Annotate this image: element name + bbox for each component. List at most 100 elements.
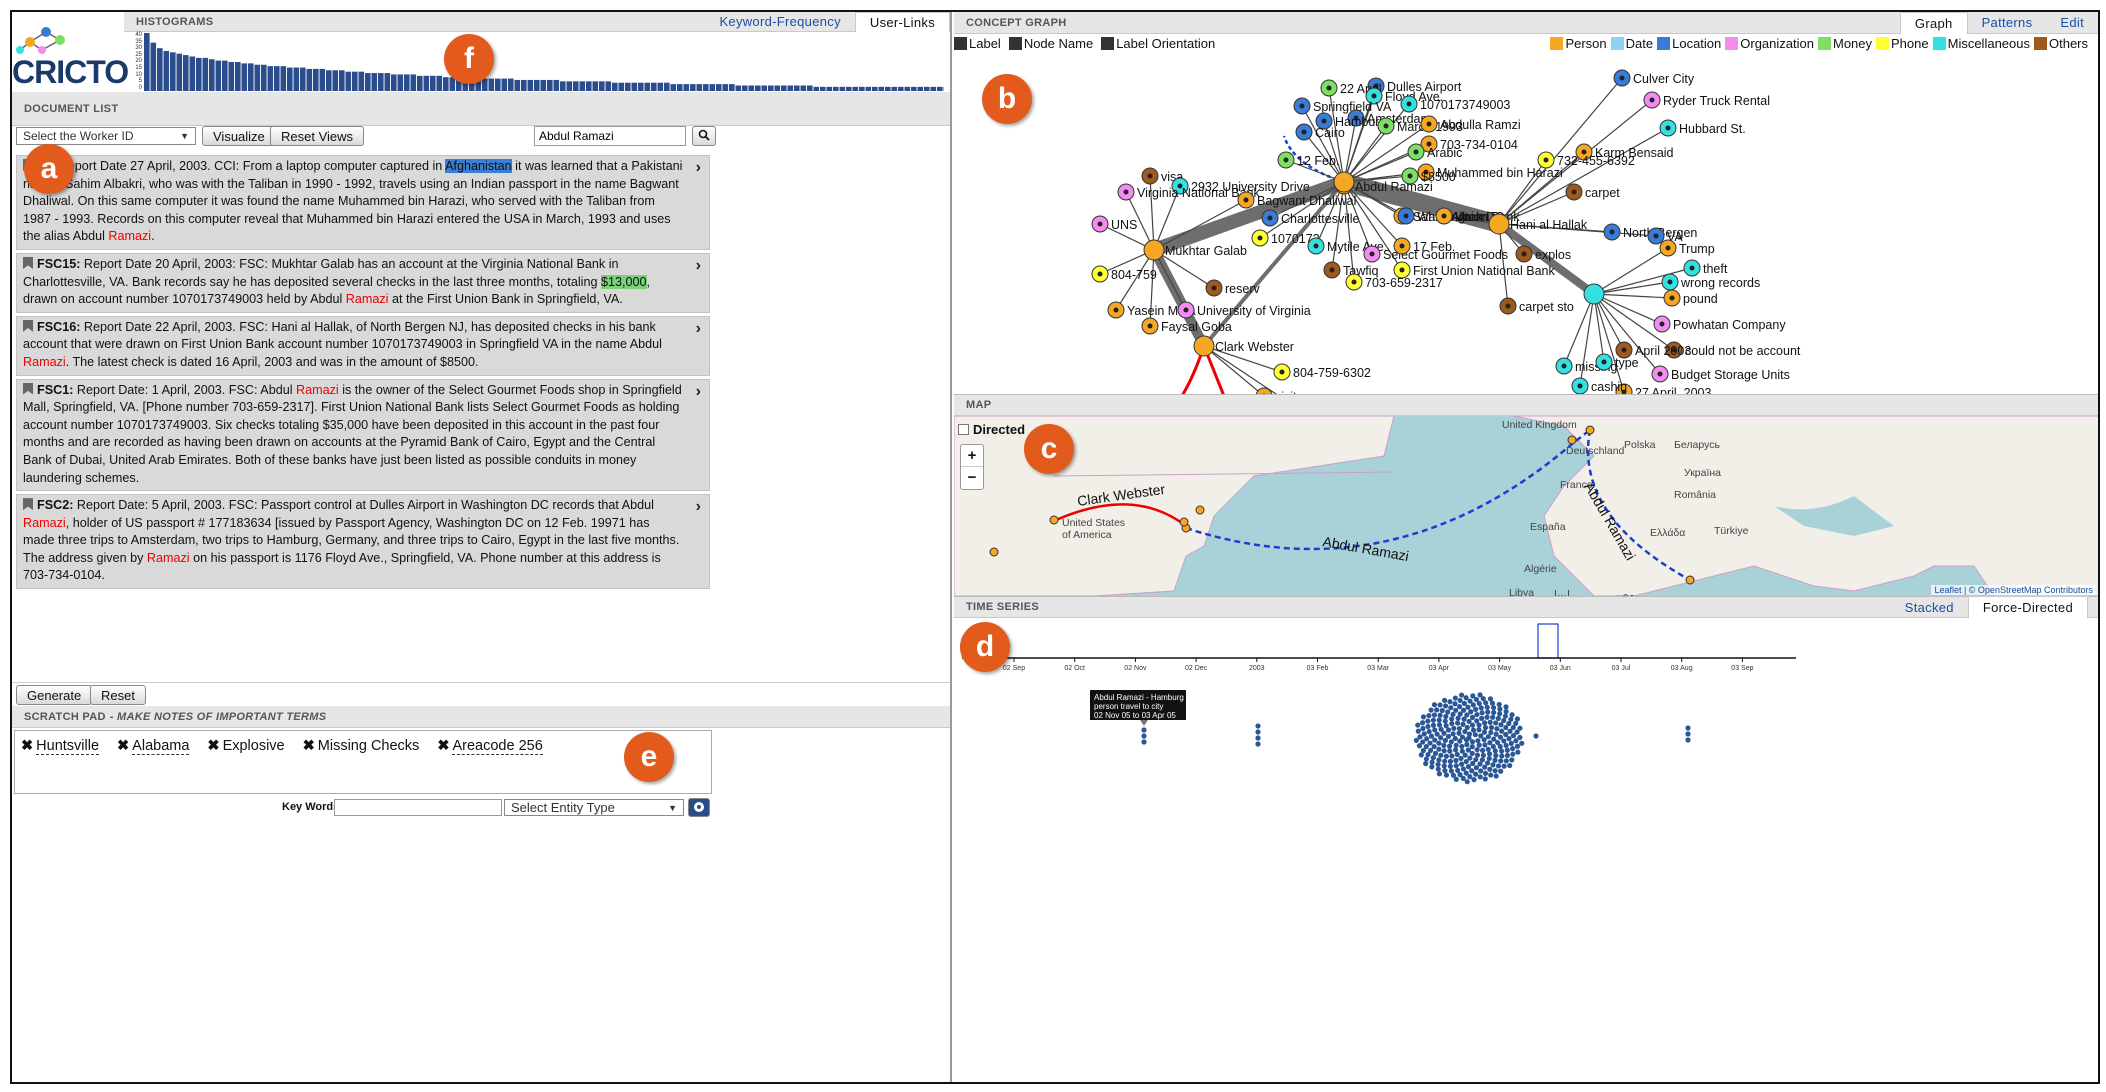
time-event-dot[interactable]	[1482, 742, 1488, 748]
time-event-dot[interactable]	[1509, 757, 1515, 763]
histogram-bar[interactable]	[846, 86, 852, 91]
time-event-dot[interactable]	[1493, 752, 1499, 759]
time-event-dot[interactable]	[1493, 773, 1499, 779]
histogram-bar[interactable]	[670, 84, 677, 91]
time-event-dot[interactable]	[1517, 725, 1523, 731]
time-event-dot[interactable]	[1499, 753, 1505, 759]
histogram-bar[interactable]	[410, 74, 417, 91]
time-event-dot[interactable]	[1490, 714, 1496, 720]
time-event-dot[interactable]	[1453, 763, 1459, 769]
remove-tag-icon[interactable]: ✖	[303, 738, 315, 754]
histogram-bar[interactable]	[215, 60, 222, 91]
time-event-dot[interactable]	[1488, 772, 1494, 778]
histogram-bar[interactable]	[150, 42, 157, 91]
time-event-dot[interactable]	[1469, 739, 1476, 745]
time-event-dot[interactable]	[1432, 727, 1438, 733]
time-event-dot[interactable]	[1504, 752, 1511, 759]
time-event-dot[interactable]	[1465, 764, 1472, 770]
time-event-dot[interactable]	[1487, 766, 1493, 772]
time-event-dot[interactable]	[1418, 752, 1424, 758]
tab-force-directed[interactable]: Force-Directed	[1967, 596, 2088, 618]
histogram-bar[interactable]	[690, 84, 696, 91]
map-marker[interactable]	[1049, 515, 1059, 525]
histogram-bar[interactable]	[430, 75, 436, 91]
time-event-dot[interactable]	[1507, 762, 1513, 769]
time-event-dot[interactable]	[1490, 762, 1496, 768]
time-event-dot[interactable]	[1468, 709, 1474, 715]
time-event-dot[interactable]	[1442, 703, 1449, 709]
histogram-bar[interactable]	[534, 79, 540, 91]
histogram-bar[interactable]	[787, 85, 794, 91]
histogram-bar[interactable]	[508, 78, 514, 91]
histogram-bar[interactable]	[280, 66, 287, 91]
histogram-bar[interactable]	[274, 66, 280, 91]
time-event-dot[interactable]	[1508, 716, 1514, 722]
time-event-dot[interactable]	[1141, 733, 1147, 739]
histogram-bar[interactable]	[319, 68, 326, 91]
graph-node[interactable]: Powhatan Company	[1653, 315, 1786, 333]
histogram-bar[interactable]	[696, 84, 703, 91]
time-event-dot[interactable]	[1436, 722, 1443, 728]
histogram-bar[interactable]	[514, 79, 521, 91]
histogram-bar[interactable]	[625, 82, 631, 91]
histogram-bar[interactable]	[287, 67, 293, 91]
histogram-bar[interactable]	[371, 73, 378, 91]
legend-entity-type[interactable]: Money	[1817, 36, 1872, 51]
graph-hub-node[interactable]	[1143, 239, 1165, 261]
time-event-dot[interactable]	[1469, 744, 1475, 750]
tab-user-links[interactable]: User-Links	[854, 12, 950, 32]
time-event-dot[interactable]	[1457, 697, 1463, 704]
legend-entity-type[interactable]: Miscellaneous	[1932, 36, 2030, 51]
time-event-dot[interactable]	[1434, 707, 1440, 713]
histogram-bar[interactable]	[176, 53, 183, 91]
histogram-bar[interactable]	[592, 81, 599, 91]
time-event-dot[interactable]	[1456, 703, 1463, 710]
histogram-bar[interactable]	[261, 64, 267, 91]
time-event-dot[interactable]	[1458, 692, 1465, 698]
histogram-bar[interactable]	[189, 56, 196, 91]
time-event-dot[interactable]	[1503, 708, 1509, 715]
histogram-bar[interactable]	[306, 68, 313, 91]
time-event-dot[interactable]	[1255, 741, 1261, 747]
time-event-dot[interactable]	[1498, 748, 1505, 754]
histogram-bar[interactable]	[196, 57, 202, 91]
histogram-bar[interactable]	[891, 86, 898, 91]
time-event-dot[interactable]	[1486, 755, 1492, 762]
remove-tag-icon[interactable]: ✖	[21, 738, 33, 754]
time-event-dot[interactable]	[1517, 734, 1523, 741]
time-event-dot[interactable]	[1475, 738, 1481, 744]
time-event-dot[interactable]	[1436, 746, 1442, 752]
tab-edit[interactable]: Edit	[2046, 12, 2098, 34]
time-event-dot[interactable]	[1420, 714, 1427, 720]
histogram-bar[interactable]	[540, 79, 547, 91]
histogram-bar[interactable]	[547, 79, 553, 91]
histogram-bar[interactable]	[423, 75, 430, 91]
histogram-bar[interactable]	[930, 86, 937, 91]
time-event-dot[interactable]	[1480, 752, 1487, 758]
time-event-dot[interactable]	[1428, 707, 1434, 713]
time-event-dot[interactable]	[1426, 712, 1432, 719]
legend-entity-type[interactable]: Person	[1550, 36, 1607, 51]
graph-node[interactable]: pound	[1663, 289, 1718, 307]
time-event-dot[interactable]	[1685, 737, 1691, 743]
time-event-dot[interactable]	[1438, 726, 1444, 732]
scratch-tag[interactable]: ✖ Huntsville	[21, 738, 100, 755]
time-event-dot[interactable]	[1466, 718, 1472, 725]
time-event-dot[interactable]	[1493, 731, 1499, 737]
legend-toggle[interactable]: Label	[954, 36, 1001, 51]
scratch-tag[interactable]: ✖ Missing Checks	[303, 738, 420, 754]
histogram-bar[interactable]	[605, 81, 612, 91]
histogram-bar[interactable]	[267, 66, 274, 91]
histogram-bar[interactable]	[358, 71, 365, 91]
time-event-dot[interactable]	[1498, 722, 1504, 728]
histogram-bar[interactable]	[339, 70, 345, 91]
add-entity-button[interactable]	[688, 798, 710, 817]
histogram-bar[interactable]	[527, 79, 534, 91]
histogram-bar[interactable]	[924, 86, 930, 91]
time-event-dot[interactable]	[1474, 752, 1481, 758]
time-event-dot[interactable]	[1416, 743, 1423, 749]
time-event-dot[interactable]	[1443, 772, 1450, 778]
time-event-dot[interactable]	[1431, 702, 1438, 708]
histogram-bar[interactable]	[157, 48, 163, 91]
time-event-dot[interactable]	[1424, 736, 1430, 742]
